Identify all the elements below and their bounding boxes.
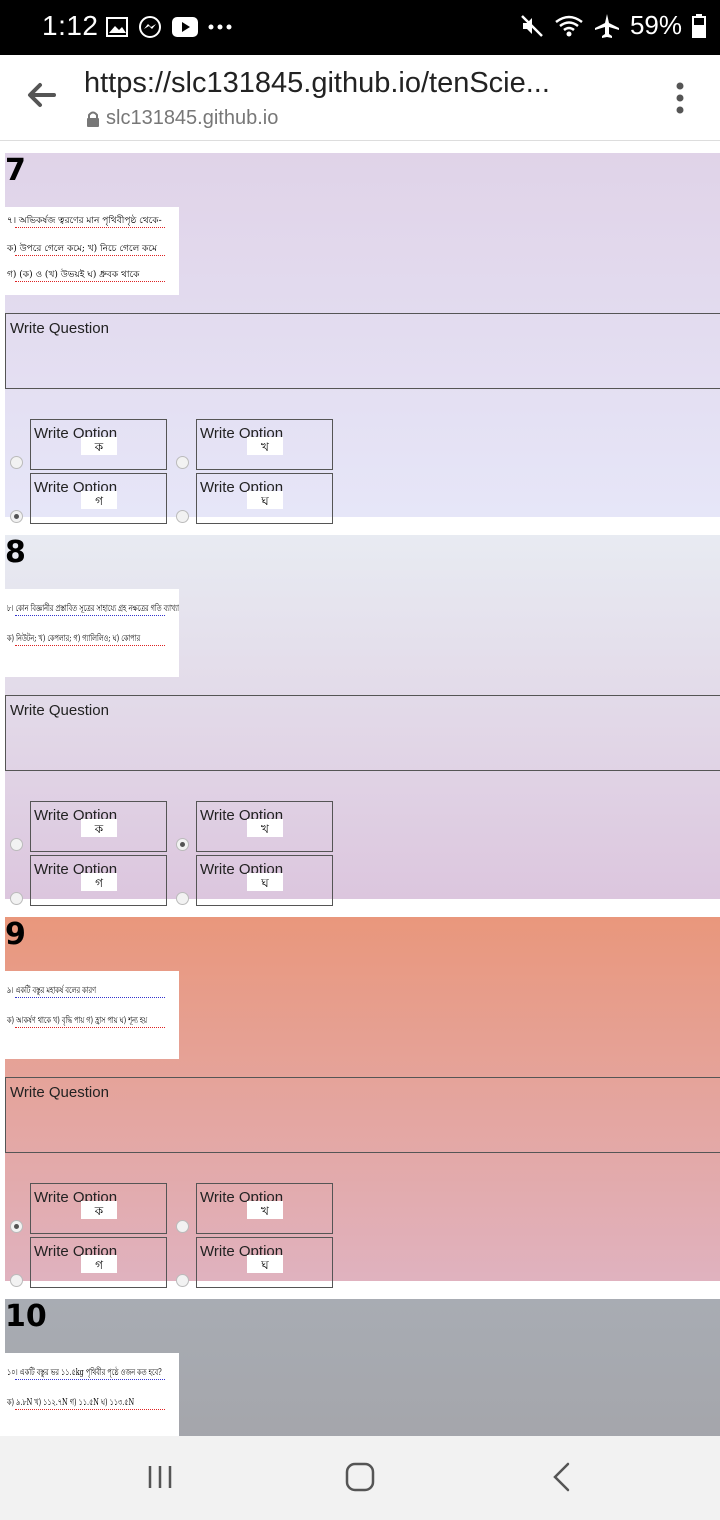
question-input[interactable]: Write Question xyxy=(5,313,720,389)
option-input[interactable]: Write Option গ xyxy=(30,1237,167,1288)
nav-back-icon[interactable] xyxy=(550,1462,572,1492)
recents-icon[interactable] xyxy=(146,1463,174,1491)
question-image: ৯। একটি বস্তুর মহাকর্ষ বলের কারণ ক) আকর্ষ… xyxy=(5,971,179,1059)
answer-radio[interactable] xyxy=(176,510,189,523)
answer-radio[interactable] xyxy=(176,1220,189,1233)
url-text[interactable]: https://slc131845.github.io/tenScie... xyxy=(84,67,644,100)
spellcheck-underline xyxy=(15,254,165,256)
option-letter-tag: ক xyxy=(81,1201,117,1219)
question-image: ৮। কোন বিজ্ঞানীর প্রস্তাবিত সূত্রের সাহা… xyxy=(5,589,179,677)
option-input[interactable]: Write Option খ xyxy=(196,1183,333,1234)
kebab-menu-icon[interactable] xyxy=(674,81,686,115)
option-letter-tag: ক xyxy=(81,819,117,837)
option-input[interactable]: Write Option গ xyxy=(30,473,167,524)
question-number: 7 xyxy=(5,153,26,188)
mute-icon xyxy=(521,14,543,37)
question-block: 9 ৯। একটি বস্তুর মহাকর্ষ বলের কারণ ক) আকর্… xyxy=(5,917,720,1288)
messenger-icon xyxy=(139,16,161,38)
option-input[interactable]: Write Option ক xyxy=(30,1183,167,1234)
option-letter-tag: ক xyxy=(81,437,117,455)
battery-percent: 59% xyxy=(629,10,682,40)
option-input[interactable]: Write Option ক xyxy=(30,801,167,852)
spellcheck-underline xyxy=(15,280,165,282)
domain-text: slc131845.github.io xyxy=(106,107,279,129)
question-block: 8 ৮। কোন বিজ্ঞানীর প্রস্তাবিত সূত্রের সাহ… xyxy=(5,535,720,906)
question-input[interactable]: Write Question xyxy=(5,695,720,771)
youtube-icon xyxy=(172,17,198,37)
question-number: 9 xyxy=(5,917,26,952)
browser-url-bar: https://slc131845.github.io/tenScie... s… xyxy=(0,55,720,141)
option-letter-tag: খ xyxy=(247,1201,283,1219)
question-image: ৭। অভিকর্ষজ ত্বরণের মান পৃথিবীপৃষ্ঠ থেকে… xyxy=(5,207,179,295)
status-bar: 1:12 59% xyxy=(0,0,720,55)
home-icon[interactable] xyxy=(345,1462,375,1492)
more-icon xyxy=(208,24,232,30)
answer-radio[interactable] xyxy=(10,838,23,851)
battery-icon xyxy=(692,13,706,38)
answer-radio[interactable] xyxy=(176,1274,189,1287)
option-input[interactable]: Write Option ক xyxy=(30,419,167,470)
notification-icons xyxy=(106,15,232,39)
option-input[interactable]: Write Option ঘ xyxy=(196,855,333,906)
option-letter-tag: গ xyxy=(81,1255,117,1273)
option-letter-tag: ঘ xyxy=(247,873,283,891)
answer-radio[interactable] xyxy=(176,838,189,851)
question-block: 7 ৭। অভিকর্ষজ ত্বরণের মান পৃথিবীপৃষ্ঠ থেক… xyxy=(5,153,720,524)
option-letter-tag: ঘ xyxy=(247,491,283,509)
question-number: 8 xyxy=(5,535,26,570)
image-icon xyxy=(106,17,128,37)
spellcheck-underline xyxy=(15,226,165,228)
back-arrow-icon[interactable] xyxy=(24,77,60,113)
spellcheck-underline xyxy=(15,614,165,616)
spellcheck-underline xyxy=(15,1026,165,1028)
system-nav-bar xyxy=(0,1436,720,1520)
system-status: 59% xyxy=(520,10,706,41)
status-time: 1:12 xyxy=(42,10,99,41)
wifi-icon xyxy=(555,15,583,36)
question-image: ১০। একটি বস্তুর ভর ১১.৫kg পৃথিবীর পৃষ্ঠে… xyxy=(5,1353,179,1436)
option-input[interactable]: Write Option গ xyxy=(30,855,167,906)
spellcheck-underline xyxy=(15,1378,165,1380)
answer-radio[interactable] xyxy=(10,1274,23,1287)
option-letter-tag: ঘ xyxy=(247,1255,283,1273)
spellcheck-underline xyxy=(15,1408,165,1410)
option-input[interactable]: Write Option ঘ xyxy=(196,1237,333,1288)
question-number: 10 xyxy=(5,1299,47,1334)
option-letter-tag: গ xyxy=(81,491,117,509)
option-input[interactable]: Write Option খ xyxy=(196,419,333,470)
domain-line: slc131845.github.io xyxy=(86,107,278,130)
page-content: 7 ৭। অভিকর্ষজ ত্বরণের মান পৃথিবীপৃষ্ঠ থেক… xyxy=(0,141,720,1436)
answer-radio[interactable] xyxy=(176,456,189,469)
option-letter-tag: খ xyxy=(247,437,283,455)
option-input[interactable]: Write Option ঘ xyxy=(196,473,333,524)
spellcheck-underline xyxy=(15,644,165,646)
option-letter-tag: গ xyxy=(81,873,117,891)
answer-radio[interactable] xyxy=(10,456,23,469)
question-block: 10 ১০। একটি বস্তুর ভর ১১.৫kg পৃথিবীর পৃষ্… xyxy=(5,1299,720,1436)
answer-radio[interactable] xyxy=(10,510,23,523)
answer-radio[interactable] xyxy=(10,892,23,905)
spellcheck-underline xyxy=(15,996,165,998)
answer-radio[interactable] xyxy=(176,892,189,905)
airplane-icon xyxy=(594,13,619,38)
option-letter-tag: খ xyxy=(247,819,283,837)
option-input[interactable]: Write Option খ xyxy=(196,801,333,852)
answer-radio[interactable] xyxy=(10,1220,23,1233)
lock-icon xyxy=(87,111,99,127)
question-input[interactable]: Write Question xyxy=(5,1077,720,1153)
